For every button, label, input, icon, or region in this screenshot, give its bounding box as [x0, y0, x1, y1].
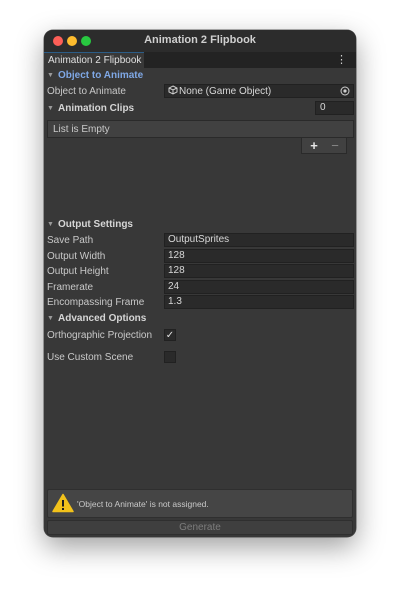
section-header-animation-clips[interactable]: ▼ Animation Clips 0	[44, 101, 356, 116]
encompassing-frame-field[interactable]: 1.3	[164, 295, 354, 309]
clip-count-field[interactable]: 0	[315, 101, 354, 115]
output-width-label: Output Width	[47, 251, 106, 262]
list-empty-text: List is Empty	[53, 124, 110, 135]
fold-arrow-icon: ▼	[47, 105, 54, 112]
fold-arrow-icon: ▼	[47, 221, 54, 228]
more-options-icon[interactable]: ⋮	[336, 53, 347, 67]
tab-bar: Animation 2 Flipbook ⋮	[44, 52, 356, 68]
use-custom-scene-checkbox[interactable]	[164, 351, 176, 363]
output-height-row: Output Height 128	[44, 264, 356, 279]
section-header-output-settings[interactable]: ▼ Output Settings	[44, 217, 356, 232]
output-height-field[interactable]: 128	[164, 264, 354, 278]
generate-button[interactable]: Generate	[47, 520, 353, 535]
object-to-animate-label: Object to Animate	[47, 86, 126, 97]
output-width-field[interactable]: 128	[164, 249, 354, 263]
section-title: Animation Clips	[58, 103, 135, 114]
save-path-field[interactable]: OutputSprites	[164, 233, 354, 247]
remove-clip-button[interactable]: −	[325, 138, 345, 153]
warning-help-box: 'Object to Animate' is not assigned.	[47, 489, 353, 518]
window-title: Animation 2 Flipbook	[144, 34, 256, 46]
warning-message: 'Object to Animate' is not assigned.	[77, 499, 209, 509]
orthographic-projection-row: Orthographic Projection ✓	[44, 328, 356, 343]
section-header-advanced-options[interactable]: ▼ Advanced Options	[44, 311, 356, 326]
object-field-value: None (Game Object)	[179, 86, 272, 97]
orthographic-projection-checkbox[interactable]: ✓	[164, 329, 176, 341]
section-title: Output Settings	[58, 219, 133, 230]
title-bar: Animation 2 Flipbook	[44, 30, 356, 52]
save-path-label: Save Path	[47, 235, 94, 246]
warning-icon	[52, 493, 74, 513]
save-path-row: Save Path OutputSprites	[44, 233, 356, 248]
framerate-row: Framerate 24	[44, 280, 356, 295]
encompassing-frame-row: Encompassing Frame 1.3	[44, 295, 356, 310]
output-width-row: Output Width 128	[44, 249, 356, 264]
section-header-object-to-animate[interactable]: ▼ Object to Animate	[44, 68, 356, 83]
animation-clips-list: List is Empty	[47, 120, 354, 138]
framerate-field[interactable]: 24	[164, 280, 354, 294]
object-picker-icon[interactable]	[340, 86, 350, 96]
editor-window: Animation 2 Flipbook Animation 2 Flipboo…	[44, 30, 356, 537]
fold-arrow-icon: ▼	[47, 315, 54, 322]
object-to-animate-row: Object to Animate None (Game Object)	[44, 84, 356, 99]
orthographic-projection-label: Orthographic Projection	[47, 330, 153, 341]
output-height-label: Output Height	[47, 266, 109, 277]
fold-arrow-icon: ▼	[47, 72, 54, 79]
object-field[interactable]: None (Game Object)	[164, 84, 354, 98]
list-footer: + −	[301, 138, 347, 154]
section-title: Advanced Options	[58, 313, 147, 324]
use-custom-scene-row: Use Custom Scene	[44, 350, 356, 365]
section-title: Object to Animate	[58, 70, 144, 81]
use-custom-scene-label: Use Custom Scene	[47, 352, 134, 363]
add-clip-button[interactable]: +	[304, 138, 324, 153]
tab-animation-2-flipbook[interactable]: Animation 2 Flipbook	[44, 52, 144, 68]
encompassing-frame-label: Encompassing Frame	[47, 297, 145, 308]
framerate-label: Framerate	[47, 282, 94, 293]
game-object-icon	[168, 85, 178, 95]
